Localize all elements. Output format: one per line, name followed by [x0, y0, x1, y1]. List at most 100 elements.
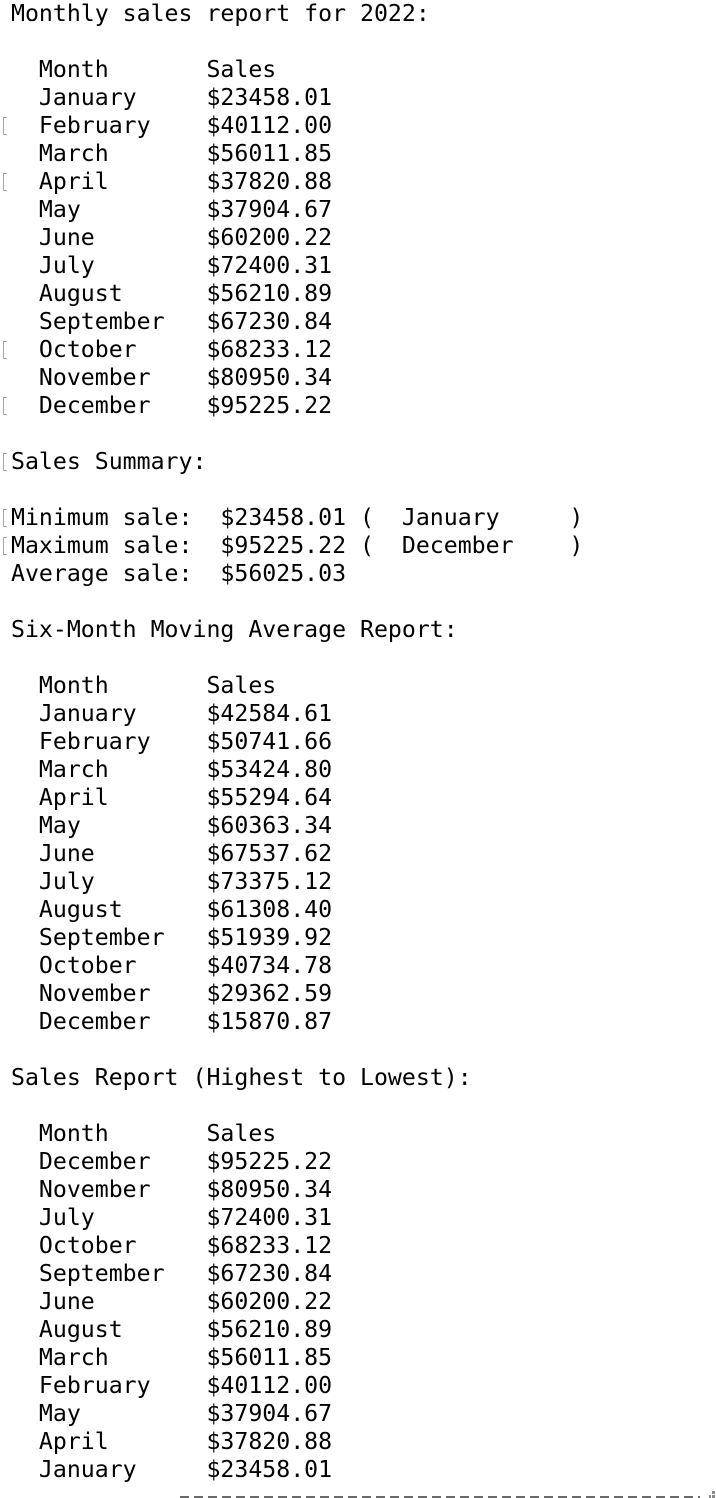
terminal-line: Average sale: $56025.03: [0, 560, 716, 588]
terminal-line: June $60200.22: [0, 1288, 716, 1316]
mark-bracket-icon: [3, 341, 7, 359]
terminal-line: June $67537.62: [0, 840, 716, 868]
terminal-line-text: Month Sales: [11, 1120, 277, 1147]
terminal-line-text: July $72400.31: [11, 252, 333, 279]
terminal-line: July $72400.31: [0, 252, 716, 280]
terminal-line: September $67230.84: [0, 1260, 716, 1288]
terminal-line-text: Sales Summary:: [11, 448, 207, 475]
terminal-line-text: Average sale: $56025.03: [11, 560, 347, 587]
mark-bracket-icon: [3, 537, 7, 555]
terminal-line-text: February $50741.66: [11, 728, 333, 755]
terminal-line: Six-Month Moving Average Report:: [0, 616, 716, 644]
terminal-line-text: August $61308.40: [11, 896, 333, 923]
terminal-line: January $23458.01: [0, 1456, 716, 1484]
terminal-line-text: August $56210.89: [11, 1316, 333, 1343]
terminal-line: April $37820.88: [0, 1428, 716, 1456]
terminal-line-text: October $40734.78: [11, 952, 333, 979]
terminal-line-text: Month Sales: [11, 672, 277, 699]
terminal-line-text: November $29362.59: [11, 980, 333, 1007]
terminal-line-text: November $80950.34: [11, 1176, 333, 1203]
terminal-line: December $15870.87: [0, 1008, 716, 1036]
terminal-line-text: July $73375.12: [11, 868, 333, 895]
terminal-line: September $51939.92: [0, 924, 716, 952]
terminal-line: August $56210.89: [0, 1316, 716, 1344]
terminal-line-text: May $37904.67: [11, 1400, 333, 1427]
terminal-line-text: September $67230.84: [11, 308, 333, 335]
terminal-line: Sales Report (Highest to Lowest):: [0, 1064, 716, 1092]
terminal-line: May $37904.67: [0, 196, 716, 224]
terminal-line-text: June $67537.62: [11, 840, 333, 867]
mark-bracket-icon: [3, 397, 7, 415]
terminal-line-text: Minimum sale: $23458.01 ( January ): [11, 504, 584, 531]
terminal-line: Sales Summary:: [0, 448, 716, 476]
terminal-line-text: September $67230.84: [11, 1260, 333, 1287]
terminal-line-text: November $80950.34: [11, 364, 333, 391]
terminal-line-text: April $37820.88: [11, 168, 333, 195]
terminal-line: November $80950.34: [0, 1176, 716, 1204]
terminal-line: Monthly sales report for 2022:: [0, 0, 716, 28]
clipped-text-line: [180, 1492, 700, 1498]
terminal-line: Minimum sale: $23458.01 ( January ): [0, 504, 716, 532]
terminal-line-text: March $53424.80: [11, 756, 333, 783]
terminal-line-text: Six-Month Moving Average Report:: [11, 616, 458, 643]
terminal-line: August $61308.40: [0, 896, 716, 924]
terminal-line-text: Sales Report (Highest to Lowest):: [11, 1064, 472, 1091]
terminal-line-text: Month Sales: [11, 56, 277, 83]
terminal-line-text: February $40112.00: [11, 112, 333, 139]
terminal-line-text: March $56011.85: [11, 140, 333, 167]
terminal-line: May $60363.34: [0, 812, 716, 840]
terminal-line-text: June $60200.22: [11, 224, 333, 251]
terminal-line-text: March $56011.85: [11, 1344, 333, 1371]
terminal-line: March $56011.85: [0, 1344, 716, 1372]
terminal-line: Month Sales: [0, 672, 716, 700]
terminal-line: March $56011.85: [0, 140, 716, 168]
terminal-line-text: June $60200.22: [11, 1288, 333, 1315]
terminal-line: July $72400.31: [0, 1204, 716, 1232]
terminal-line-text: December $95225.22: [11, 1148, 333, 1175]
terminal-line: February $40112.00: [0, 1372, 716, 1400]
terminal-line: February $40112.00: [0, 112, 716, 140]
terminal-line-text: October $68233.12: [11, 336, 333, 363]
resize-grip-icon[interactable]: [709, 1491, 716, 1498]
terminal-line: Maximum sale: $95225.22 ( December ): [0, 532, 716, 560]
terminal-line: April $37820.88: [0, 168, 716, 196]
terminal-line: November $80950.34: [0, 364, 716, 392]
terminal-line: December $95225.22: [0, 392, 716, 420]
terminal-line-text: May $37904.67: [11, 196, 333, 223]
mark-bracket-icon: [3, 453, 7, 471]
terminal-line-text: December $95225.22: [11, 392, 333, 419]
terminal-line-text: May $60363.34: [11, 812, 333, 839]
terminal-line-text: July $72400.31: [11, 1204, 333, 1231]
terminal-line-text: April $37820.88: [11, 1428, 333, 1455]
terminal-output[interactable]: Monthly sales report for 2022: Month Sal…: [0, 0, 716, 1498]
terminal-line-text: September $51939.92: [11, 924, 333, 951]
terminal-line-text: January $23458.01: [11, 84, 333, 111]
terminal-line-text: October $68233.12: [11, 1232, 333, 1259]
terminal-line: December $95225.22: [0, 1148, 716, 1176]
terminal-line: Month Sales: [0, 1120, 716, 1148]
terminal-line-text: Maximum sale: $95225.22 ( December ): [11, 532, 584, 559]
terminal-line-text: January $23458.01: [11, 1456, 333, 1483]
terminal-line: October $40734.78: [0, 952, 716, 980]
terminal-line: March $53424.80: [0, 756, 716, 784]
mark-bracket-icon: [3, 117, 7, 135]
terminal-line: October $68233.12: [0, 1232, 716, 1260]
terminal-line: August $56210.89: [0, 280, 716, 308]
terminal-line-text: Monthly sales report for 2022:: [11, 0, 430, 27]
terminal-line-text: January $42584.61: [11, 700, 333, 727]
terminal-line: February $50741.66: [0, 728, 716, 756]
terminal-line-text: February $40112.00: [11, 1372, 333, 1399]
terminal-line: June $60200.22: [0, 224, 716, 252]
terminal-line-text: April $55294.64: [11, 784, 333, 811]
terminal-line: September $67230.84: [0, 308, 716, 336]
terminal-line: April $55294.64: [0, 784, 716, 812]
terminal-line: October $68233.12: [0, 336, 716, 364]
mark-bracket-icon: [3, 173, 7, 191]
